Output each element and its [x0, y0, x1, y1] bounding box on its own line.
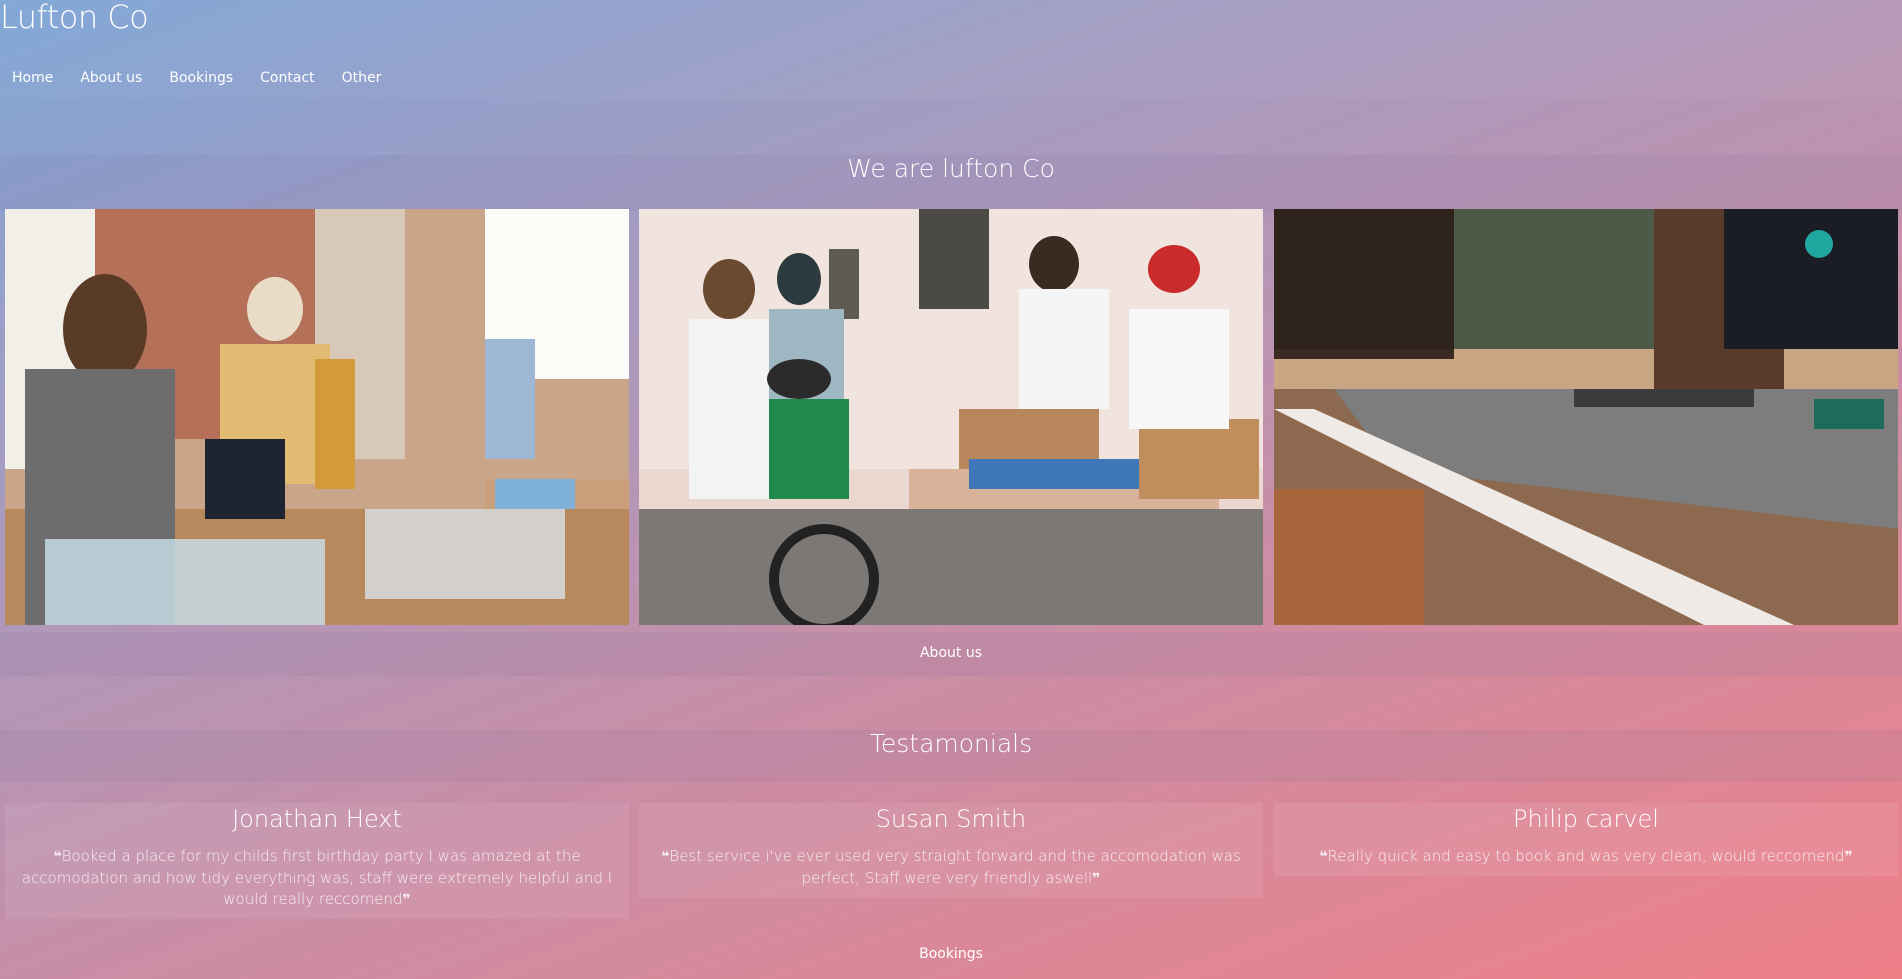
close-quote-icon: ❞	[1844, 849, 1853, 865]
close-quote-icon: ❞	[402, 892, 411, 908]
nav-menu: Home About us Bookings Contact Other	[12, 70, 381, 86]
nav-about-us[interactable]: About us	[80, 70, 142, 86]
bookings-link[interactable]: Bookings	[0, 946, 1902, 962]
testimonial-card: Jonathan Hext ❝Booked a place for my chi…	[5, 803, 629, 919]
testimonial-name: Philip carvel	[1513, 805, 1659, 833]
testimonial-quote: ❝Really quick and easy to book and was v…	[1319, 847, 1853, 865]
hero-title: We are lufton Co	[847, 154, 1055, 183]
testimonial-card: Susan Smith ❝Best service i've ever used…	[639, 803, 1263, 898]
photo-volunteers-sorting-clothes	[5, 209, 629, 625]
testimonial-quote: ❝Best service i've ever used very straig…	[661, 847, 1241, 887]
testimonials-title: Testamonials	[869, 729, 1033, 758]
photo-volunteers-food-bank	[639, 209, 1263, 625]
testimonial-quote: ❝Booked a place for my childs first birt…	[21, 847, 613, 908]
about-us-link[interactable]: About us	[0, 645, 1902, 661]
close-quote-icon: ❞	[1092, 871, 1101, 887]
testimonial-name: Jonathan Hext	[232, 805, 402, 833]
photo-concrete-work	[1274, 209, 1898, 625]
open-quote-icon: ❝	[53, 849, 62, 865]
open-quote-icon: ❝	[1319, 849, 1328, 865]
testimonial-name: Susan Smith	[875, 805, 1027, 833]
testimonial-card: Philip carvel ❝Really quick and easy to …	[1274, 803, 1898, 876]
nav-contact[interactable]: Contact	[260, 70, 314, 86]
nav-home[interactable]: Home	[12, 70, 53, 86]
nav-bookings[interactable]: Bookings	[169, 70, 233, 86]
nav-other[interactable]: Other	[342, 70, 382, 86]
brand-logo-text[interactable]: Lufton Co	[0, 0, 149, 36]
